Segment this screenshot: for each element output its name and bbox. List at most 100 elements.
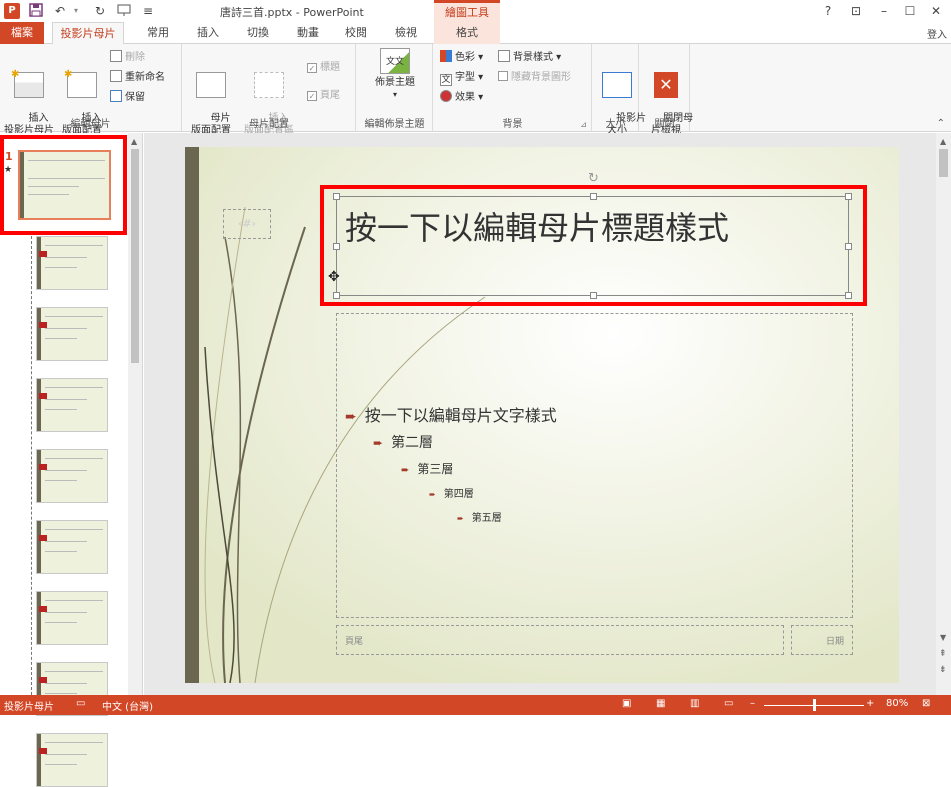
tab-view[interactable]: 檢視 [384, 22, 428, 44]
slide-title[interactable]: 按一下以編輯母片標題樣式 [345, 203, 729, 249]
rename-label: 重新命名 [125, 72, 165, 83]
body-item-text: 第五層 [471, 513, 502, 524]
effects-button[interactable]: 效果 ▾ [440, 90, 483, 106]
group-label-size: 大小 [605, 119, 626, 130]
save-icon[interactable] [28, 3, 44, 19]
redo-icon[interactable]: ↻ [92, 3, 108, 19]
bullet-arrow-icon: ➨ [429, 490, 436, 499]
zoom-level[interactable]: 80% [886, 698, 908, 709]
undo-icon[interactable]: ↶ [52, 3, 68, 19]
thumbnail-pane: 1 ★ ▲ [0, 133, 143, 787]
body-item-text: 第三層 [417, 462, 454, 476]
date-placeholder[interactable]: 日期 [791, 625, 853, 655]
layout-thumbnail[interactable] [36, 378, 108, 432]
bullet-arrow-icon: ➨ [345, 409, 357, 425]
body-item[interactable]: ➨ 按一下以編輯母片文字樣式 [345, 402, 557, 426]
slide-number-placeholder[interactable]: ‹#› [223, 209, 271, 239]
scroll-up-icon[interactable]: ▲ [940, 137, 946, 146]
language-label[interactable]: 中文 (台灣) [102, 698, 153, 713]
themes-dropdown-icon: ▾ [392, 90, 397, 99]
fit-to-window-icon[interactable]: ⊠ [922, 698, 930, 709]
layout-thumbnail[interactable] [36, 591, 108, 645]
title-checkbox[interactable]: ✓ 標題 [307, 60, 340, 76]
rename-button[interactable]: 重新命名 [110, 70, 165, 86]
group-edit-theme: 文文 佈景主題 ▾ 編輯佈景主題 [357, 44, 433, 132]
rotate-handle-icon[interactable]: ↻ [588, 171, 599, 186]
zoom-slider-thumb[interactable] [813, 699, 816, 711]
body-item[interactable]: ➨ 第二層 [373, 432, 433, 452]
customize-qat-icon[interactable]: ≡ [140, 3, 156, 19]
colors-button[interactable]: 色彩 ▾ [440, 50, 483, 66]
scroll-down-icon[interactable]: ▼ [940, 633, 946, 642]
layout-thumbnail[interactable] [36, 307, 108, 361]
layout-thumbnail[interactable] [36, 520, 108, 574]
tab-slide-master[interactable]: 投影片母片 [52, 22, 124, 45]
background-styles-button[interactable]: 背景樣式 ▾ [498, 50, 561, 66]
zoom-out-icon[interactable]: – [750, 698, 755, 709]
minimize-icon[interactable]: – [874, 2, 894, 20]
layout-thumbnail[interactable] [36, 733, 108, 787]
fonts-icon: 文 [440, 74, 452, 86]
checkbox-empty-icon [498, 71, 508, 81]
tab-format[interactable]: 格式 [434, 22, 500, 44]
ribbon-display-options-icon[interactable]: ⊡ [846, 2, 866, 20]
hide-background-graphics-checkbox[interactable]: 隱藏背景圖形 [498, 70, 571, 86]
body-item[interactable]: ➨ 第三層 [401, 460, 453, 477]
checkbox-check-icon: ✓ [307, 91, 317, 101]
previous-slide-icon[interactable]: ⇞ [939, 649, 947, 659]
background-styles-icon [498, 50, 510, 62]
powerpoint-app-icon[interactable]: P [4, 3, 20, 19]
fonts-label: 字型 [455, 72, 475, 83]
next-slide-icon[interactable]: ⇟ [939, 665, 947, 675]
slide-sorter-icon[interactable]: ▦ [656, 698, 665, 709]
normal-view-icon[interactable]: ▣ [622, 698, 631, 709]
tab-animations[interactable]: 動畫 [286, 22, 330, 44]
colors-icon [440, 50, 452, 62]
group-label-master-layout: 母片配置 [249, 119, 289, 130]
preserve-button[interactable]: 保留 [110, 90, 145, 106]
effects-label: 效果 [455, 92, 475, 103]
layout-thumbnail[interactable] [36, 236, 108, 290]
tab-file[interactable]: 檔案 [0, 22, 44, 44]
tab-transitions[interactable]: 切換 [236, 22, 280, 44]
bullet-arrow-icon: ➨ [373, 436, 384, 450]
help-icon[interactable]: ? [818, 2, 838, 20]
fonts-button[interactable]: 文字型 ▾ [440, 70, 483, 86]
scroll-thumb[interactable] [131, 149, 139, 363]
footer-placeholder[interactable]: 頁尾 [336, 625, 784, 655]
body-placeholder[interactable]: ➨ 按一下以編輯母片文字樣式 ➨ 第二層 ➨ 第三層 ➨ 第四層 ➨ 第五層 [336, 313, 853, 618]
slideshow-icon[interactable]: ▭ [724, 698, 733, 709]
body-item[interactable]: ➨ 第四層 [429, 485, 474, 500]
dialog-launcher-icon[interactable]: ⊿ [580, 120, 587, 129]
layout-thumbnail[interactable] [36, 449, 108, 503]
footer-checkbox[interactable]: ✓ 頁尾 [307, 88, 340, 104]
close-icon[interactable]: ✕ [926, 2, 946, 20]
delete-icon [110, 50, 122, 62]
presenter-icon[interactable] [116, 3, 132, 19]
scroll-thumb[interactable] [939, 149, 948, 177]
scroll-up-icon[interactable]: ▲ [131, 137, 137, 146]
group-label-background: 背景 [502, 119, 523, 130]
maximize-icon[interactable]: ☐ [900, 2, 920, 20]
body-item[interactable]: ➨ 第五層 [457, 509, 502, 524]
editor-scrollbar[interactable]: ▲ ▼ ⇞ ⇟ [936, 133, 951, 695]
notes-comments-icon[interactable]: ▭ [76, 698, 85, 709]
slide-number: 1 [5, 150, 13, 163]
checkbox-check-icon: ✓ [307, 63, 317, 73]
zoom-in-icon[interactable]: + [866, 698, 874, 709]
title-placeholder[interactable]: 按一下以編輯母片標題樣式 [333, 193, 852, 299]
bullet-arrow-icon: ➨ [401, 465, 410, 476]
delete-button[interactable]: 刪除 [110, 50, 145, 66]
slide-canvas[interactable]: ‹#› 按一下以編輯母片標題樣式 ↻ ✥ ➨ 按一下以編輯母片文字樣式 ➨ 第二層 ➨ 第… [185, 147, 899, 683]
reading-view-icon[interactable]: ▥ [690, 698, 699, 709]
thumbnail-scrollbar[interactable]: ▲ [128, 133, 142, 695]
collapse-ribbon-icon[interactable]: ⌃ [937, 118, 945, 129]
sign-in-link[interactable]: 登入 [927, 26, 947, 41]
tab-insert[interactable]: 插入 [186, 22, 230, 44]
tab-home[interactable]: 常用 [136, 22, 180, 44]
animation-star-icon: ★ [4, 165, 13, 175]
themes-button[interactable]: 文文 佈景主題 ▾ [363, 48, 427, 101]
tab-review[interactable]: 校閱 [334, 22, 378, 44]
master-thumbnail[interactable] [18, 150, 111, 220]
undo-dropdown-icon[interactable]: ▾ [68, 3, 84, 19]
